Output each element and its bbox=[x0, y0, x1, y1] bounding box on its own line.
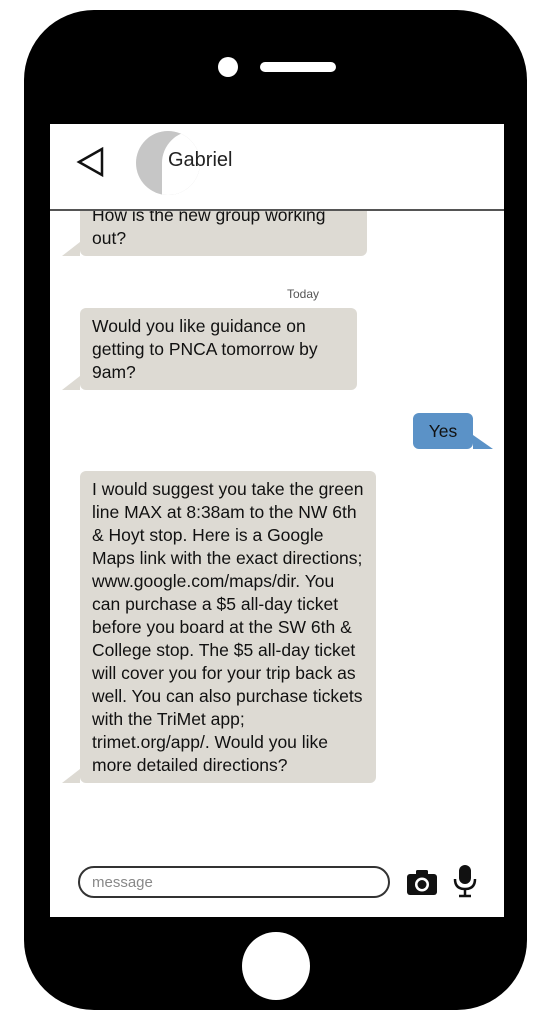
camera-icon[interactable] bbox=[406, 868, 438, 896]
back-triangle-icon[interactable] bbox=[76, 146, 106, 178]
conversation-header: Gabriel bbox=[50, 124, 504, 211]
contact-name: Gabriel bbox=[168, 149, 233, 171]
microphone-icon[interactable] bbox=[453, 864, 477, 898]
earpiece-speaker bbox=[260, 62, 336, 72]
message-input[interactable] bbox=[78, 866, 390, 898]
home-button[interactable] bbox=[242, 932, 310, 1000]
timestamp-today: Today bbox=[286, 287, 320, 301]
message-bubble-incoming: I would suggest you take the green line … bbox=[62, 471, 376, 783]
message-bubble-incoming: Would you like guidance on getting to PN… bbox=[62, 308, 357, 390]
message-composer bbox=[50, 854, 504, 917]
message-bubble-incoming: How is the new group working out? bbox=[62, 211, 367, 256]
phone-screen: Gabriel How is the new group working out… bbox=[50, 124, 504, 917]
front-camera bbox=[218, 57, 238, 77]
message-thread[interactable]: How is the new group working out? Today … bbox=[50, 211, 504, 851]
message-bubble-outgoing: Yes bbox=[413, 413, 493, 449]
